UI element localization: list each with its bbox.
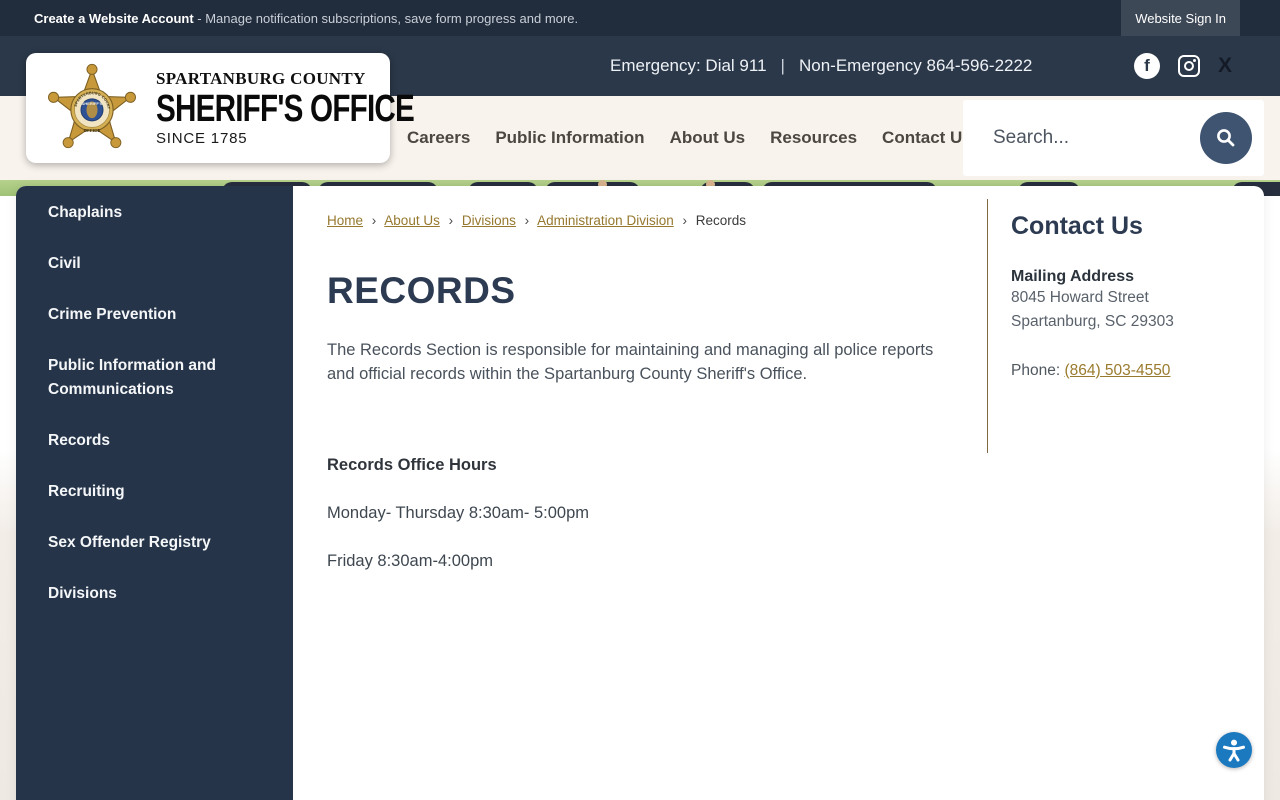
sidebar-item-sex-offender-registry[interactable]: Sex Offender Registry <box>16 518 293 569</box>
sidebar-item-crime-prevention[interactable]: Crime Prevention <box>16 290 293 341</box>
search-input[interactable] <box>963 127 1153 149</box>
contact-heading: Contact Us <box>1011 212 1143 240</box>
sidebar-item-records[interactable]: Records <box>16 416 293 467</box>
logo-county-line: SPARTANBURG COUNTY <box>156 69 366 88</box>
social-links: f X <box>1133 36 1232 96</box>
logo-since-line: SINCE 1785 <box>156 130 248 147</box>
address-line-1: 8045 Howard Street <box>1011 289 1149 306</box>
sidebar-item-chaplains[interactable]: Chaplains <box>16 188 293 239</box>
breadcrumb-link-home[interactable]: Home <box>327 213 363 228</box>
website-signin-button[interactable]: Website Sign In <box>1121 0 1240 36</box>
sidebar-item-label: Sex Offender Registry <box>48 534 211 551</box>
facebook-icon[interactable]: f <box>1133 53 1160 79</box>
emergency-info: Emergency: Dial 911 | Non-Emergency 864-… <box>610 36 1032 96</box>
breadcrumb-link-administration-division[interactable]: Administration Division <box>537 213 674 228</box>
create-account-link[interactable]: Create a Website Account <box>34 11 194 26</box>
breadcrumb: Home › About Us › Divisions › Administra… <box>327 213 957 228</box>
instagram-dot <box>1192 59 1196 62</box>
search-button[interactable] <box>1200 112 1252 164</box>
account-promo-description: - Manage notification subscriptions, sav… <box>193 10 579 26</box>
phone-label: Phone: <box>1011 362 1065 379</box>
sheriff-badge-icon: SPARTANBURG COUNTY SHERIFF'S OFFICE <box>46 62 136 149</box>
nav-item-about-us[interactable]: About Us <box>670 128 746 148</box>
sidebar-item-label: Divisions <box>48 585 117 602</box>
badge-band-text: SHERIFF'S <box>82 101 103 106</box>
contact-sidebar: Contact Us Mailing Address 8045 Howard S… <box>987 186 1264 800</box>
sidebar-item-label: Civil <box>48 255 81 272</box>
accessibility-button[interactable] <box>1216 732 1252 768</box>
accessibility-icon <box>1223 739 1245 762</box>
page-title: RECORDS <box>327 270 516 311</box>
sidebar-item-public-information-communications[interactable]: Public Information and Communications <box>16 341 293 416</box>
phone-row: Phone: (864) 503-4550 <box>1011 362 1234 380</box>
emergency-label: Emergency: Dial 911 <box>610 56 767 75</box>
site-logo[interactable]: SPARTANBURG COUNTY SHERIFF'S OFFICE SPAR… <box>26 53 415 163</box>
top-utility-bar: Create a Website Account - Manage notifi… <box>0 0 1280 36</box>
sidebar-item-civil[interactable]: Civil <box>16 239 293 290</box>
address-line-2: Spartanburg, SC 29303 <box>1011 313 1174 330</box>
instagram-lens <box>1183 61 1194 71</box>
hours-friday: Friday 8:30am-4:00pm <box>327 552 493 570</box>
phone-link[interactable]: (864) 503-4550 <box>1064 362 1170 379</box>
nav-item-resources[interactable]: Resources <box>770 128 857 148</box>
nav-item-public-information[interactable]: Public Information <box>495 128 644 148</box>
sidebar-item-recruiting[interactable]: Recruiting <box>16 467 293 518</box>
search-icon <box>1217 129 1235 147</box>
breadcrumb-separator: › <box>371 213 377 228</box>
page: Create a Website Account - Manage notifi… <box>0 0 1280 800</box>
primary-nav: Careers Public Information About Us Reso… <box>407 96 972 180</box>
column-divider <box>987 199 988 453</box>
logo-office-line: SHERIFF'S OFFICE <box>156 88 415 130</box>
sidebar-item-label: Records <box>48 432 111 449</box>
hours-mon-thu: Monday- Thursday 8:30am- 5:00pm <box>327 504 589 522</box>
sidebar-item-label: Public Information and Communications <box>48 357 216 398</box>
sidebar-item-label: Recruiting <box>48 483 125 500</box>
search-box <box>963 100 1264 176</box>
content-card: Chaplains Civil Crime Prevention Public … <box>16 186 1264 800</box>
sidebar-item-label: Chaplains <box>48 204 123 221</box>
x-twitter-icon[interactable]: X <box>1218 54 1232 78</box>
instagram-icon[interactable] <box>1177 55 1200 77</box>
sidebar-item-label: Crime Prevention <box>48 306 177 323</box>
facebook-glyph: f <box>1144 56 1150 75</box>
breadcrumb-separator: › <box>682 213 687 228</box>
breadcrumb-separator: › <box>448 213 454 228</box>
intro-paragraph: The Records Section is responsible for m… <box>327 341 934 383</box>
non-emergency-label: Non-Emergency 864-596-2222 <box>798 56 1033 75</box>
main-content: Home › About Us › Divisions › Administra… <box>293 186 987 800</box>
section-sidebar: Chaplains Civil Crime Prevention Public … <box>16 186 293 800</box>
badge-bottom-text: OFFICE <box>84 128 101 133</box>
nav-band: SPARTANBURG COUNTY SHERIFF'S OFFICE SPAR… <box>0 53 1280 180</box>
breadcrumb-link-about-us[interactable]: About Us <box>384 213 440 228</box>
breadcrumb-current: Records <box>695 213 747 228</box>
mailing-address-label: Mailing Address <box>1011 268 1134 285</box>
nav-item-contact-us[interactable]: Contact Us <box>882 128 972 148</box>
logo-text: SPARTANBURG COUNTY SHERIFF'S OFFICE SINC… <box>156 69 487 147</box>
breadcrumb-separator: › <box>524 213 530 228</box>
account-promo-text: Create a Website Account - Manage notifi… <box>34 11 578 26</box>
emergency-separator: | <box>780 56 785 75</box>
breadcrumb-link-divisions[interactable]: Divisions <box>462 213 516 228</box>
hours-heading: Records Office Hours <box>327 456 497 474</box>
sidebar-item-divisions[interactable]: Divisions <box>16 569 293 620</box>
